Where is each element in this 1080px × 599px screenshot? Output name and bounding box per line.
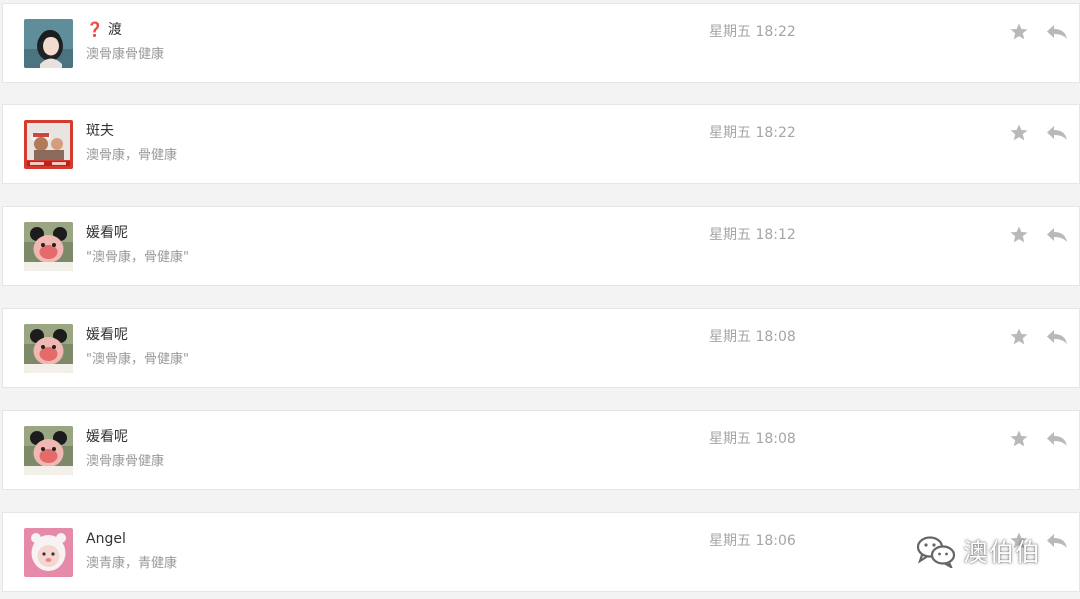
star-icon[interactable] bbox=[1009, 327, 1029, 347]
reply-icon[interactable] bbox=[1045, 225, 1069, 245]
star-icon[interactable] bbox=[1009, 225, 1029, 245]
reply-icon[interactable] bbox=[1045, 429, 1069, 449]
star-icon[interactable] bbox=[1009, 22, 1029, 42]
message-preview: "澳骨康，骨健康" bbox=[86, 250, 189, 265]
message-row[interactable]: 媛看呢 "澳骨康，骨健康" 星期五 18:08 bbox=[2, 308, 1080, 388]
avatar[interactable] bbox=[24, 222, 73, 271]
message-preview: 澳骨康骨健康 bbox=[86, 454, 165, 469]
timestamp: 星期五 18:06 bbox=[709, 533, 796, 549]
avatar[interactable] bbox=[24, 120, 73, 169]
star-icon[interactable] bbox=[1009, 429, 1029, 449]
timestamp: 星期五 18:12 bbox=[709, 227, 796, 243]
message-row[interactable]: 斑夫 澳骨康，骨健康 星期五 18:22 bbox=[2, 104, 1080, 184]
message-row[interactable]: Angel 澳青康，青健康 星期五 18:06 bbox=[2, 512, 1080, 592]
pink-baby-avatar-icon bbox=[24, 528, 73, 577]
reply-icon[interactable] bbox=[1045, 327, 1069, 347]
avatar[interactable] bbox=[24, 426, 73, 475]
sender-name: 斑夫 bbox=[86, 123, 114, 139]
avatar[interactable] bbox=[24, 19, 73, 68]
star-icon[interactable] bbox=[1009, 531, 1029, 551]
sender-name: 媛看呢 bbox=[86, 225, 128, 241]
girl-portrait-avatar-icon bbox=[24, 19, 73, 68]
star-icon[interactable] bbox=[1009, 123, 1029, 143]
sender-name: 媛看呢 bbox=[86, 327, 128, 343]
timestamp: 星期五 18:08 bbox=[709, 431, 796, 447]
family-photo-avatar-icon bbox=[24, 120, 73, 169]
timestamp: 星期五 18:22 bbox=[709, 125, 796, 141]
sender-name: 媛看呢 bbox=[86, 429, 128, 445]
reply-icon[interactable] bbox=[1045, 531, 1069, 551]
reply-icon[interactable] bbox=[1045, 123, 1069, 143]
sender-name: ❓ 渡 bbox=[86, 22, 122, 38]
message-list: ❓ 渡 澳骨康骨健康 星期五 18:22 斑夫 澳骨康，骨健康 星期五 18:2… bbox=[0, 0, 1080, 599]
panda-doll-avatar-icon bbox=[24, 222, 73, 271]
message-row[interactable]: 媛看呢 "澳骨康，骨健康" 星期五 18:12 bbox=[2, 206, 1080, 286]
timestamp: 星期五 18:22 bbox=[709, 24, 796, 40]
timestamp: 星期五 18:08 bbox=[709, 329, 796, 345]
message-preview: "澳骨康，骨健康" bbox=[86, 352, 189, 367]
reply-icon[interactable] bbox=[1045, 22, 1069, 42]
panda-doll-avatar-icon bbox=[24, 426, 73, 475]
sender-name: Angel bbox=[86, 531, 126, 547]
message-row[interactable]: 媛看呢 澳骨康骨健康 星期五 18:08 bbox=[2, 410, 1080, 490]
message-preview: 澳青康，青健康 bbox=[86, 556, 178, 571]
panda-doll-avatar-icon bbox=[24, 324, 73, 373]
message-preview: 澳骨康骨健康 bbox=[86, 47, 165, 62]
avatar[interactable] bbox=[24, 528, 73, 577]
message-row[interactable]: ❓ 渡 澳骨康骨健康 星期五 18:22 bbox=[2, 3, 1080, 83]
message-preview: 澳骨康，骨健康 bbox=[86, 148, 178, 163]
avatar[interactable] bbox=[24, 324, 73, 373]
